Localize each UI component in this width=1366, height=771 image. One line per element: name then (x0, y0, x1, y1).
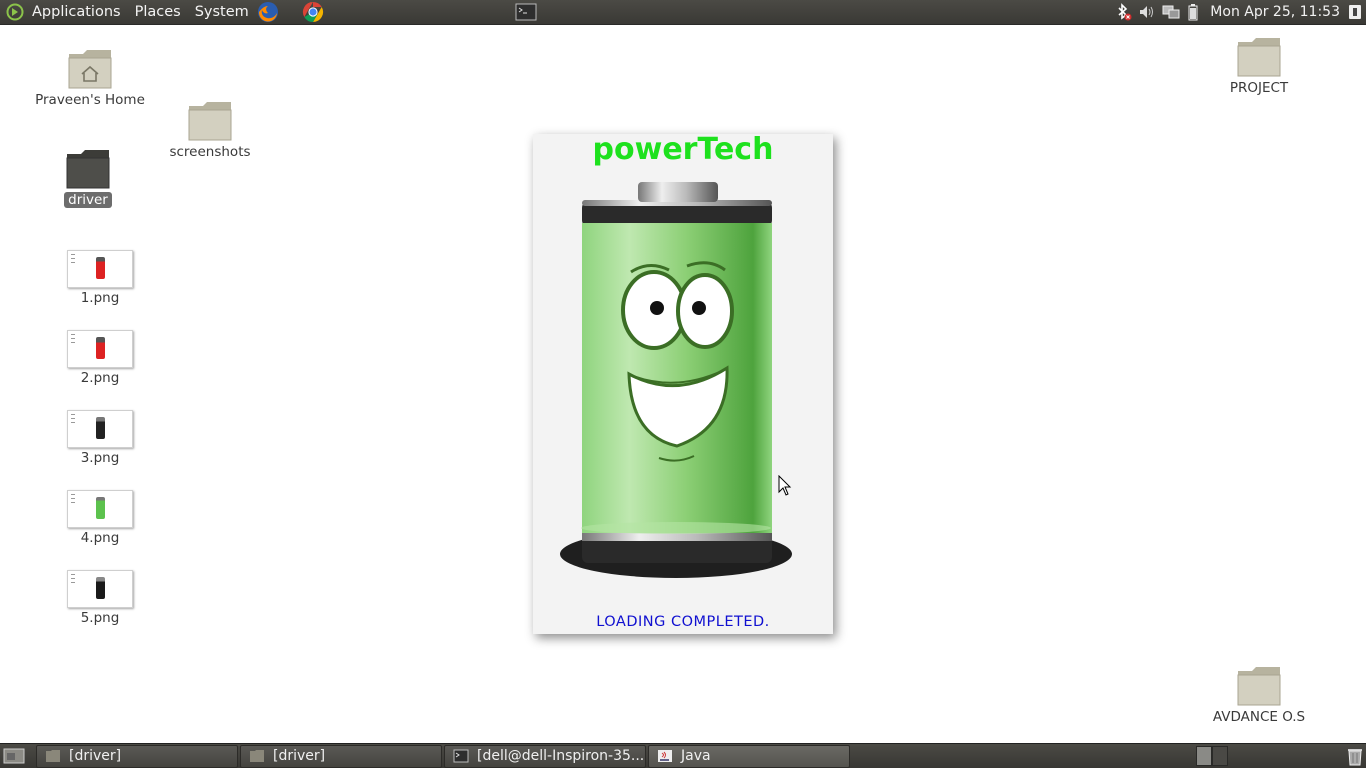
volume-icon[interactable] (1138, 3, 1156, 21)
desktop-icon-label: screenshots (169, 144, 251, 160)
mouse-cursor-icon (778, 474, 792, 497)
firefox-icon[interactable] (257, 1, 279, 23)
chrome-icon[interactable] (302, 1, 324, 23)
splash-window[interactable]: powerTech LOADING COMPLETED. (533, 134, 833, 634)
show-desktop-icon[interactable] (2, 745, 26, 767)
workspace-switcher[interactable] (1196, 746, 1228, 766)
taskbar-item-label: [dell@dell-Inspiron-35... (477, 748, 645, 764)
desktop-icon-label: 2.png (80, 370, 120, 386)
smiling-battery-illustration (559, 178, 799, 578)
image-file-icon (67, 490, 133, 528)
desktop-icon-label: Praveen's Home (35, 92, 145, 108)
taskbar-item-driver-1[interactable]: [driver] (36, 744, 238, 768)
desktop-icon-4png[interactable]: 4.png (40, 490, 160, 546)
desktop-icon-driver[interactable]: driver (28, 148, 148, 208)
java-icon (657, 749, 673, 763)
image-file-icon (67, 410, 133, 448)
desktop-icon-avdance-os[interactable]: AVDANCE O.S (1199, 665, 1319, 725)
taskbar-item-java[interactable]: Java (648, 744, 850, 768)
bluetooth-disabled-icon[interactable] (1114, 3, 1132, 21)
desktop-icon-label: AVDANCE O.S (1212, 709, 1306, 725)
taskbar-item-driver-2[interactable]: [driver] (240, 744, 442, 768)
image-file-icon (67, 250, 133, 288)
terminal-icon[interactable] (515, 3, 537, 21)
splash-status-text: LOADING COMPLETED. (596, 614, 770, 630)
desktop-icon-home[interactable]: Praveen's Home (30, 48, 150, 108)
folder-icon (45, 749, 61, 763)
image-file-icon (67, 330, 133, 368)
desktop-icon-label: 4.png (80, 530, 120, 546)
desktop-icon-label: PROJECT (1229, 80, 1289, 96)
folder-icon (249, 749, 265, 763)
desktop-icon-screenshots[interactable]: screenshots (150, 100, 270, 160)
workspace-1[interactable] (1196, 746, 1212, 766)
shutdown-icon[interactable] (1348, 3, 1362, 21)
desktop-icon-project[interactable]: PROJECT (1199, 36, 1319, 96)
battery-icon[interactable] (1186, 3, 1204, 21)
desktop-icon-5png[interactable]: 5.png (40, 570, 160, 626)
system-tray: Mon Apr 25, 11:53 (1114, 0, 1366, 24)
distro-logo-icon[interactable] (6, 3, 24, 21)
taskbar-item-label: Java (681, 748, 711, 764)
taskbar-item-label: [driver] (69, 748, 122, 764)
home-folder-icon (30, 48, 150, 90)
image-file-icon (67, 570, 133, 608)
desktop-icon-label: 5.png (80, 610, 120, 626)
system-menu[interactable]: System (195, 4, 249, 20)
bottom-panel: [driver] [driver] [dell@dell-Inspiron-35… (0, 743, 1366, 768)
clock[interactable]: Mon Apr 25, 11:53 (1210, 4, 1340, 20)
desktop-icon-2png[interactable]: 2.png (40, 330, 160, 386)
top-panel: Applications Places System Mon Apr 25, 1… (0, 0, 1366, 25)
folder-icon (150, 100, 270, 142)
taskbar-item-terminal[interactable]: [dell@dell-Inspiron-35... (444, 744, 646, 768)
folder-icon (1199, 665, 1319, 707)
desktop-icon-label: driver (64, 192, 112, 208)
desktop-icon-3png[interactable]: 3.png (40, 410, 160, 466)
taskbar-item-label: [driver] (273, 748, 326, 764)
terminal-icon (453, 749, 469, 763)
desktop-icon-label: 1.png (80, 290, 120, 306)
folder-icon (1199, 36, 1319, 78)
folder-icon (28, 148, 148, 190)
trash-icon[interactable] (1346, 746, 1364, 766)
splash-title: powerTech (592, 132, 774, 167)
network-icon[interactable] (1162, 3, 1180, 21)
workspace-2[interactable] (1212, 746, 1228, 766)
applications-menu[interactable]: Applications (32, 4, 121, 20)
desktop-icon-label: 3.png (80, 450, 120, 466)
desktop-icon-1png[interactable]: 1.png (40, 250, 160, 306)
places-menu[interactable]: Places (135, 4, 181, 20)
